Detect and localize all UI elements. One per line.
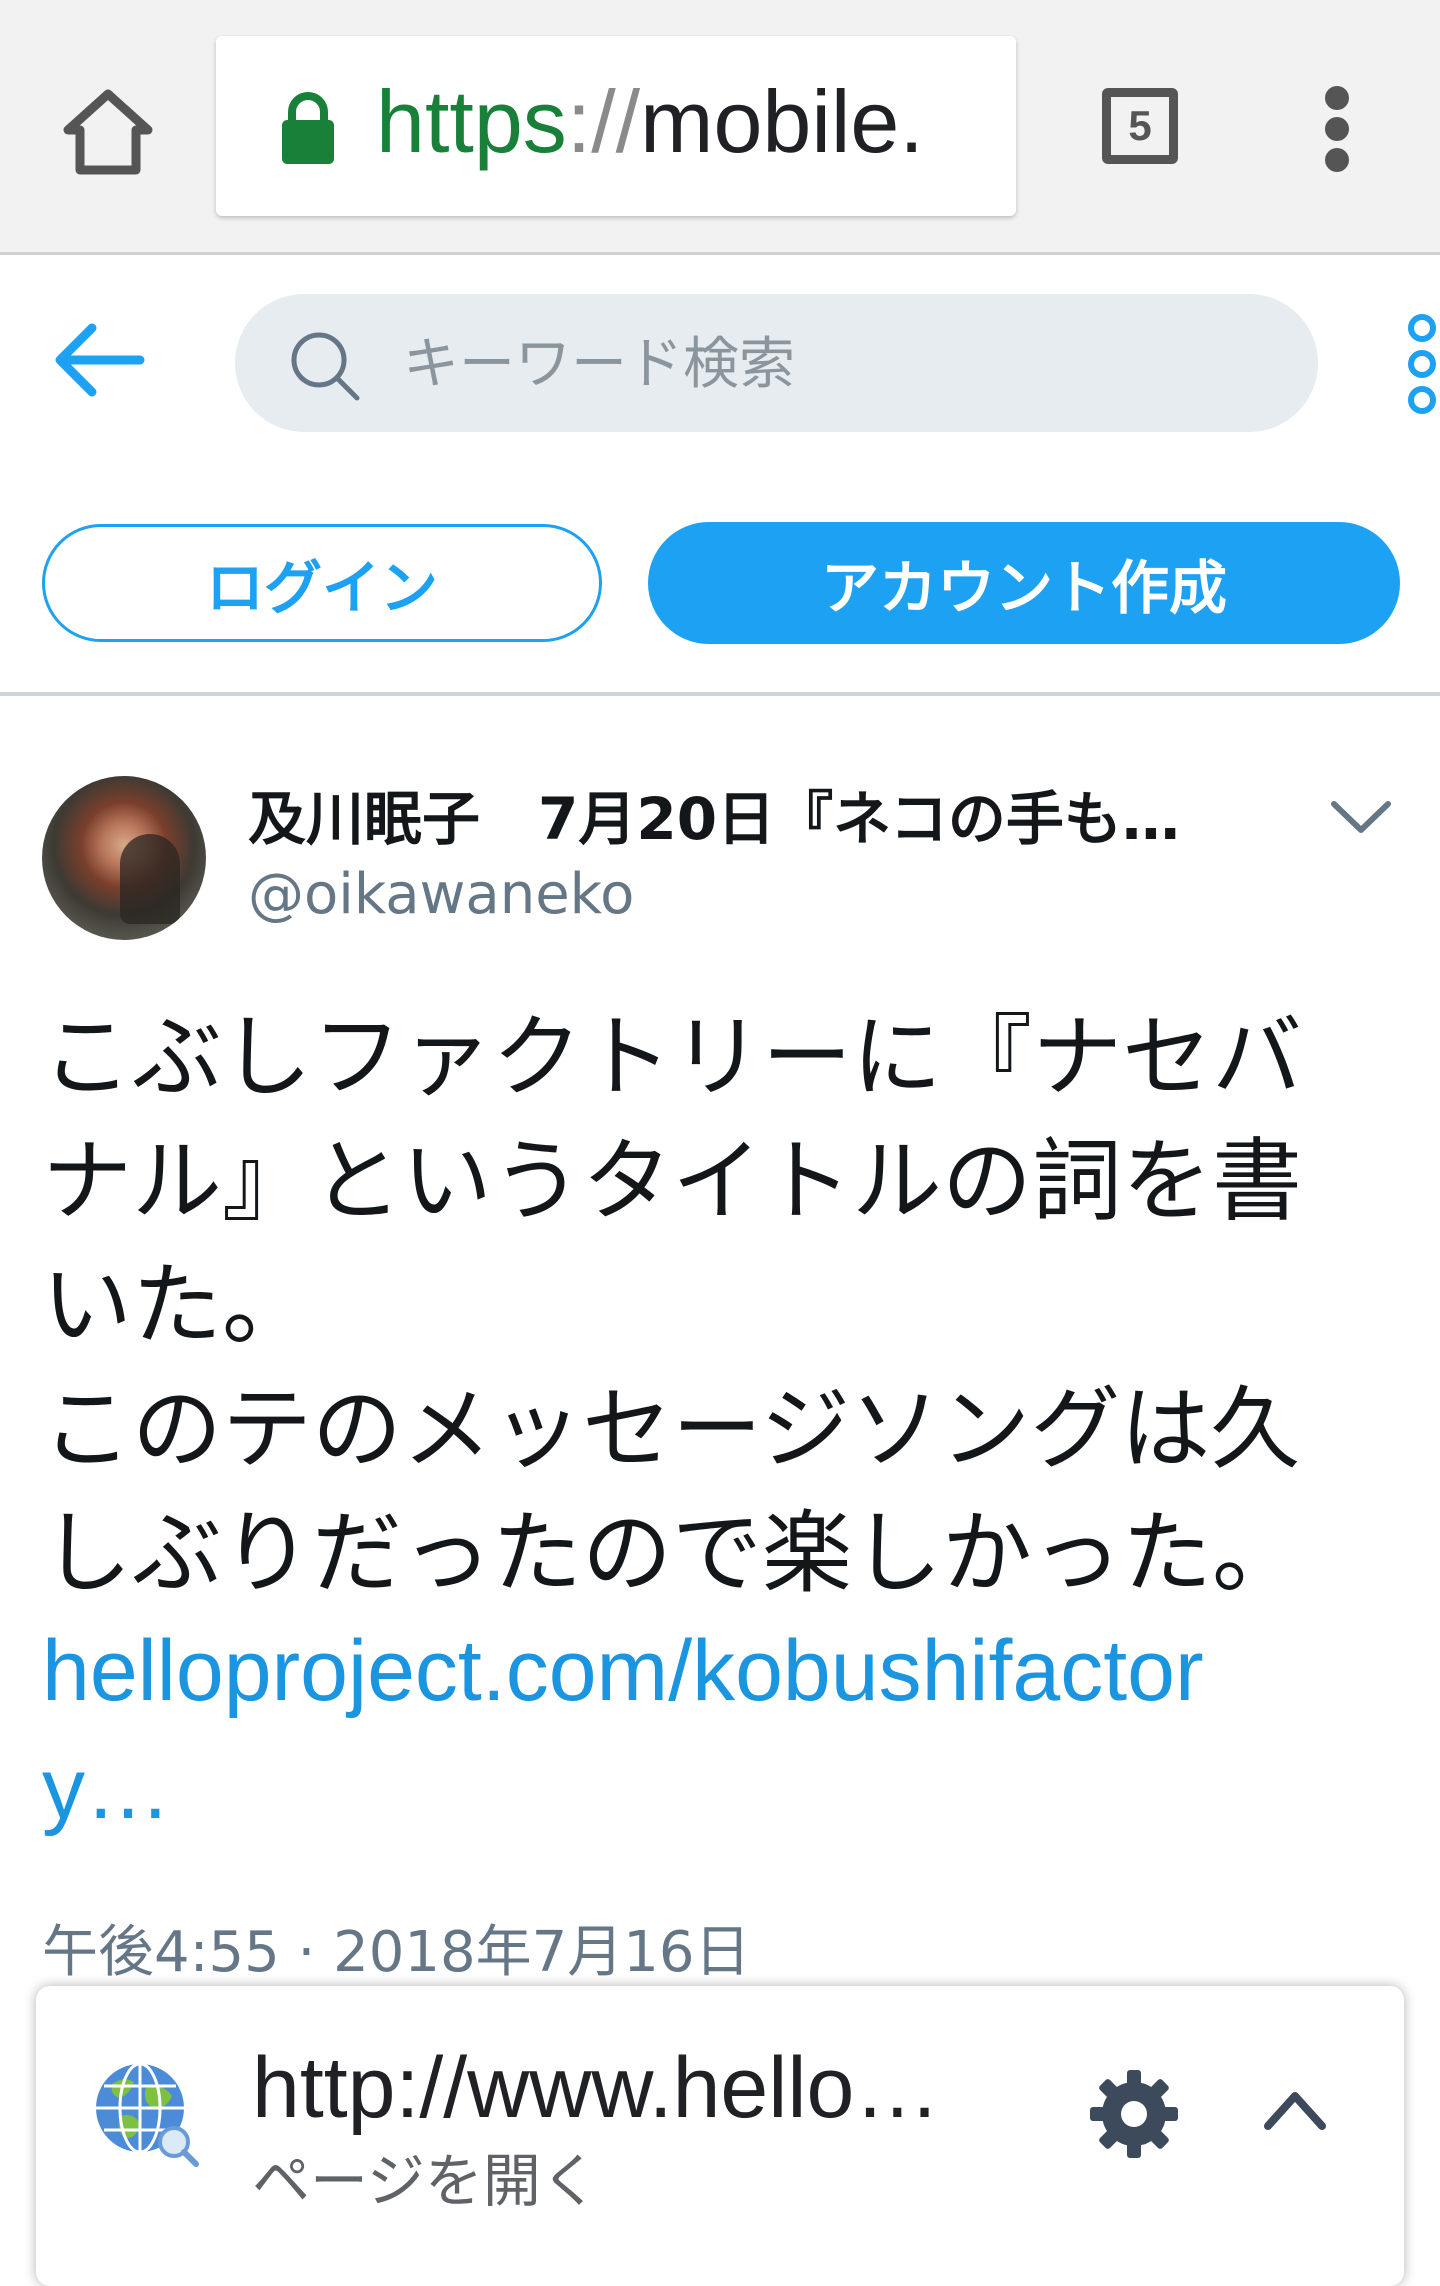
url-host: mobile. <box>640 72 924 171</box>
home-icon[interactable] <box>58 82 158 182</box>
avatar[interactable] <box>42 776 206 940</box>
tweet-text-line: このテのメッセージソングは久 <box>42 1377 1301 1482</box>
tweet-text-line: しぶりだったので楽しかった。 <box>42 1501 1302 1606</box>
author-handle[interactable]: @oikawaneko <box>248 862 634 928</box>
open-page-label[interactable]: ページを開く <box>252 2146 599 2216</box>
tweet-text-line: いた。 <box>42 1253 312 1358</box>
divider <box>0 692 1440 696</box>
browser-toolbar: https://mobile. 5 <box>0 0 1440 255</box>
gear-icon[interactable] <box>1084 2064 1184 2164</box>
overflow-menu-icon[interactable] <box>1312 86 1362 172</box>
back-arrow-icon[interactable] <box>52 320 148 400</box>
address-bar[interactable]: https://mobile. <box>216 36 1016 216</box>
author-name[interactable]: 及川眠子 7月20日『ネコの手も… <box>248 784 1238 854</box>
tweet-timestamp[interactable]: 午後4:55 · 2018年7月16日 <box>42 1918 751 1988</box>
tweet-link-line[interactable]: helloproject.com/kobushifactor <box>42 1612 1418 1730</box>
tweet-link-line[interactable]: y… <box>42 1730 1418 1848</box>
tweet-text-line: ナル』というタイトルの詞を書 <box>42 1129 1302 1234</box>
url-text: https://mobile. <box>376 72 924 172</box>
chevron-down-icon[interactable] <box>1328 796 1394 840</box>
tweet-text-line: こぶしファクトリーに『ナセバ <box>42 1005 1302 1110</box>
search-placeholder: キーワード検索 <box>403 332 795 397</box>
login-button[interactable]: ログイン <box>42 524 602 642</box>
tweet-text: こぶしファクトリーに『ナセバ ナル』というタイトルの詞を書 いた。 このテのメッ… <box>42 996 1418 1616</box>
search-icon <box>287 328 363 404</box>
globe-icon <box>90 2058 200 2168</box>
url-separator: :// <box>566 72 641 171</box>
lock-icon <box>278 88 338 168</box>
more-options-icon[interactable] <box>1398 310 1440 420</box>
preview-url: http://www.hello… <box>252 2040 941 2136</box>
signup-button[interactable]: アカウント作成 <box>648 522 1400 644</box>
link-preview-sheet[interactable]: http://www.hello… ページを開く <box>36 1986 1404 2286</box>
chevron-up-icon[interactable] <box>1260 2082 1330 2138</box>
search-input[interactable]: キーワード検索 <box>235 294 1318 432</box>
tweet-link[interactable]: helloproject.com/kobushifactor y… <box>42 1612 1418 1848</box>
url-scheme: https <box>376 72 567 171</box>
tab-switcher-icon[interactable]: 5 <box>1102 88 1178 164</box>
tab-count: 5 <box>1128 102 1152 149</box>
